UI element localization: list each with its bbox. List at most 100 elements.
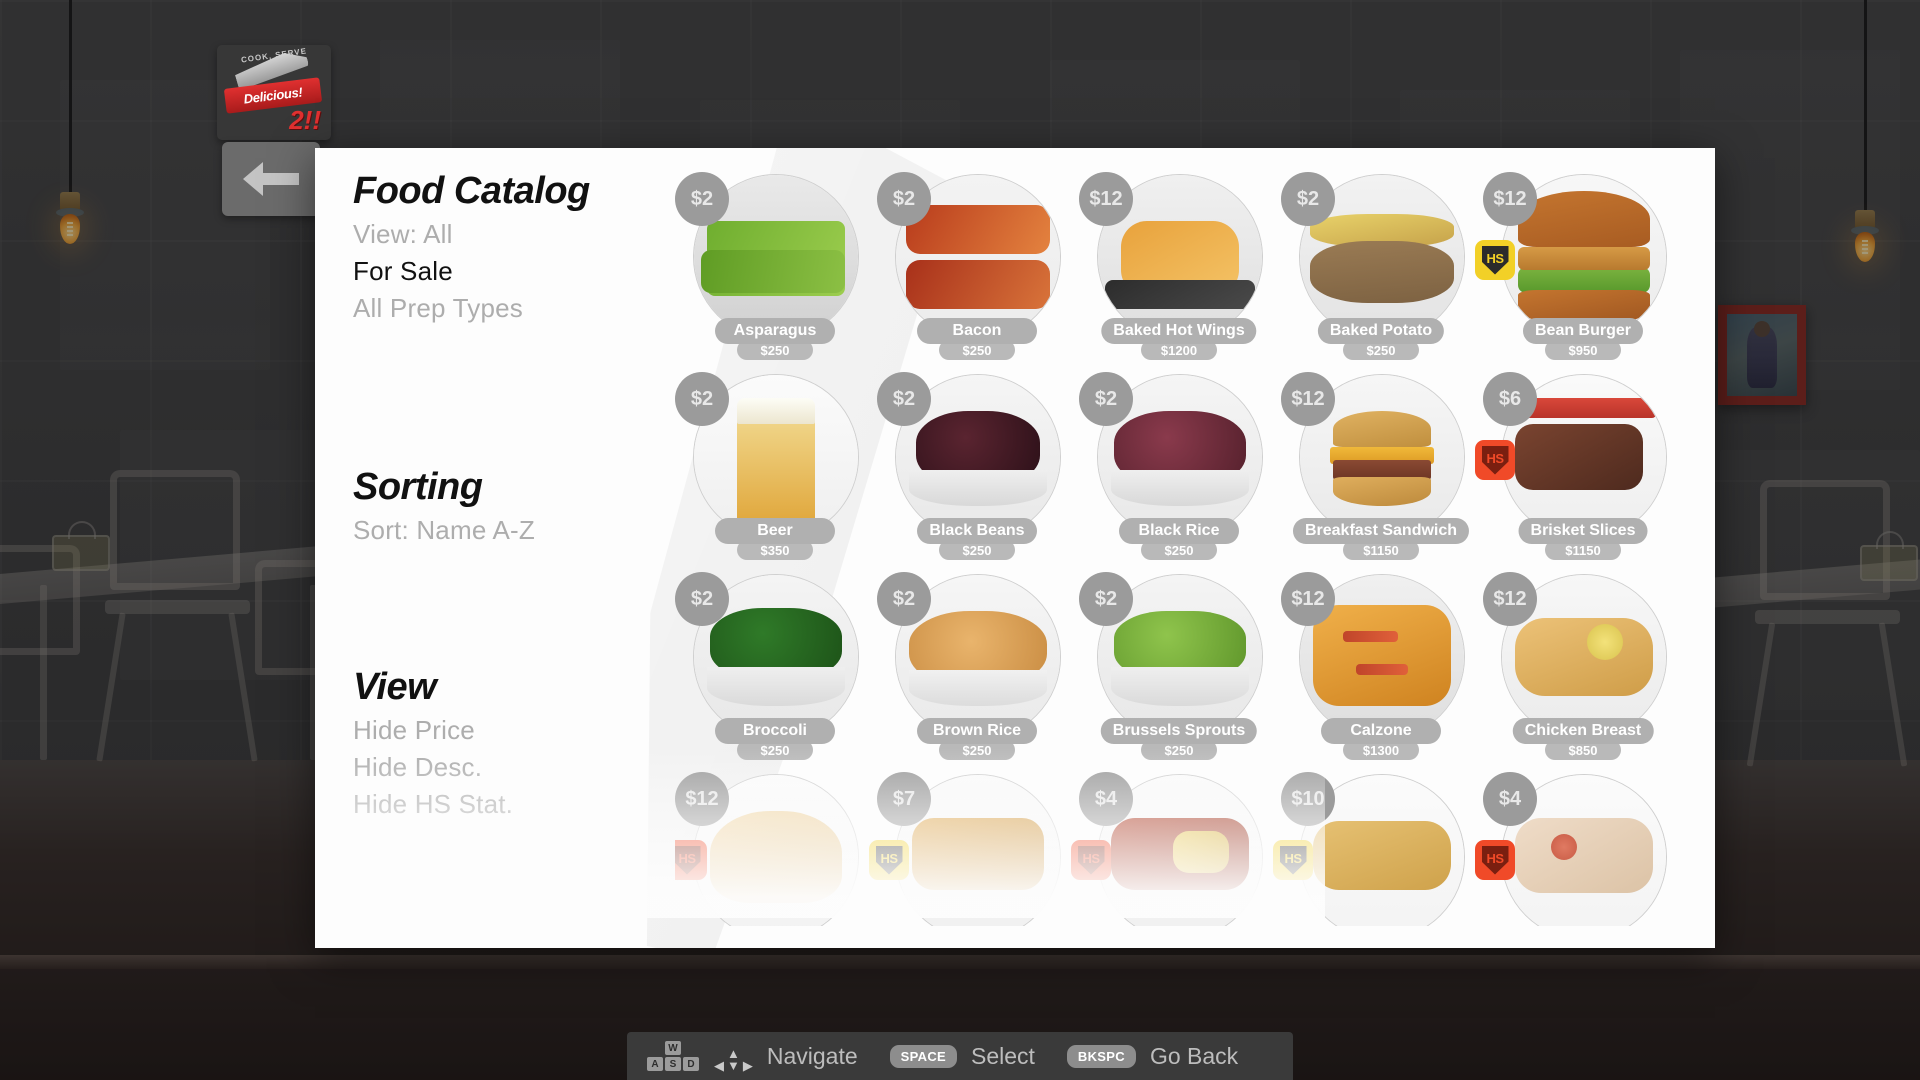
price-badge: $12	[1483, 172, 1537, 226]
view-section: View Hide Price Hide Desc. Hide HS Stat.	[353, 666, 513, 820]
food-detail	[1309, 240, 1455, 303]
food-name-label: Brussels Sprouts	[1100, 718, 1258, 744]
food-card[interactable]: $2 Broccoli $250	[675, 566, 875, 766]
food-name-label: Baked Hot Wings	[1101, 318, 1257, 344]
food-card[interactable]: $4 HS	[1071, 766, 1279, 926]
view-options: Hide Price Hide Desc. Hide HS Stat.	[353, 715, 513, 820]
food-detail	[909, 670, 1047, 707]
hs-status-badge: HS	[675, 840, 707, 880]
food-name-label: Brown Rice	[917, 718, 1037, 744]
view-option-0[interactable]: Hide Price	[353, 715, 513, 746]
filter-option-2[interactable]: All Prep Types	[353, 293, 653, 324]
food-card[interactable]: $12 Breakfast Sandwich $1150	[1281, 366, 1481, 566]
price-badge: $2	[675, 572, 729, 626]
food-detail	[1355, 663, 1409, 676]
food-detail	[1104, 279, 1256, 310]
food-detail	[736, 397, 816, 425]
food-detail	[1111, 470, 1249, 507]
food-name-label: Black Rice	[1119, 518, 1239, 544]
food-name-label: Bean Burger	[1522, 318, 1644, 344]
game-screen: COOK, SERVE Delicious! 2!! Food Catalog …	[0, 0, 1920, 1080]
food-card[interactable]: $2 Brussels Sprouts $250	[1079, 566, 1279, 766]
food-grid-row: $12 HS $7 HS $4 HS $10 HS $4 HS	[675, 766, 1685, 926]
sort-option-0[interactable]: Sort: Name A-Z	[353, 515, 535, 546]
space-key: SPACE	[889, 1044, 957, 1068]
arrow-down-icon: ▼	[727, 1058, 740, 1073]
backspace-key: BKSPC	[1066, 1044, 1136, 1068]
food-grid[interactable]: $2 Asparagus $250 $2 Bacon $250 $12 Baked Hot W…	[675, 166, 1685, 926]
food-detail	[710, 811, 842, 903]
hs-status-badge: HS	[1475, 840, 1515, 880]
arrow-left-icon	[243, 162, 299, 196]
price-badge: $12	[1281, 572, 1335, 626]
food-catalog-panel: Food Catalog View: All For Sale All Prep T…	[315, 148, 1715, 948]
key-a: A	[647, 1057, 663, 1071]
view-option-2[interactable]: Hide HS Stat.	[353, 789, 513, 820]
food-card[interactable]: $12 Calzone $1300	[1281, 566, 1481, 766]
food-detail	[1332, 476, 1432, 507]
food-name-label: Broccoli	[715, 718, 835, 744]
food-card[interactable]: $6 HS Brisket Slices $1150	[1475, 366, 1683, 566]
page-title: Food Catalog	[353, 170, 590, 212]
food-card[interactable]: $4 HS	[1475, 766, 1683, 926]
wasd-keys: W A S D	[647, 1041, 699, 1071]
food-name-label: Black Beans	[917, 518, 1037, 544]
food-name-label: Calzone	[1321, 718, 1441, 744]
food-detail	[1313, 820, 1451, 890]
food-detail	[1515, 617, 1653, 697]
food-detail	[1173, 830, 1230, 874]
logo-main-text: Delicious!	[242, 84, 304, 107]
food-detail	[1515, 817, 1653, 894]
food-name-label: Chicken Breast	[1512, 718, 1654, 744]
food-detail	[736, 417, 816, 526]
filter-option-0[interactable]: View: All	[353, 219, 653, 250]
price-badge: $2	[877, 372, 931, 426]
key-d: D	[683, 1057, 699, 1071]
food-detail	[1111, 666, 1249, 707]
key-s: S	[665, 1057, 681, 1071]
food-card[interactable]: $2 Black Rice $250	[1079, 366, 1279, 566]
food-detail	[1342, 630, 1399, 643]
price-badge: $10	[1281, 772, 1335, 826]
food-card[interactable]: $2 Beer $350	[675, 366, 875, 566]
back-button[interactable]	[222, 142, 320, 216]
price-badge: $12	[1281, 372, 1335, 426]
hs-status-badge: HS	[869, 840, 909, 880]
food-name-label: Bacon	[917, 318, 1037, 344]
hs-status-badge: HS	[1475, 240, 1515, 280]
food-detail	[707, 666, 845, 707]
food-card[interactable]: $2 Bacon $250	[877, 166, 1077, 366]
food-card[interactable]: $12 HS Bean Burger $950	[1475, 166, 1683, 366]
food-name-label: Beer	[715, 518, 835, 544]
price-badge: $12	[1483, 572, 1537, 626]
food-card[interactable]: $12 Baked Hot Wings $1200	[1079, 166, 1279, 366]
food-detail	[1518, 247, 1650, 271]
sorting-header: Sorting	[353, 466, 483, 508]
food-card[interactable]: $2 Baked Potato $250	[1281, 166, 1481, 366]
food-grid-row: $2 Broccoli $250 $2 Brown Rice $250 $2 Brussels…	[675, 566, 1685, 766]
select-label: Select	[970, 1042, 1035, 1069]
food-card[interactable]: $12 HS	[675, 766, 875, 926]
navigate-label: Navigate	[766, 1042, 858, 1069]
food-card[interactable]: $2 Asparagus $250	[675, 166, 875, 366]
view-option-1[interactable]: Hide Desc.	[353, 752, 513, 783]
price-badge: $12	[1079, 172, 1133, 226]
filter-options: View: All For Sale All Prep Types	[353, 219, 653, 324]
price-badge: $2	[877, 172, 931, 226]
filter-option-1[interactable]: For Sale	[353, 256, 653, 287]
sorting-options: Sort: Name A-Z	[353, 515, 535, 546]
food-card[interactable]: $2 Black Beans $250	[877, 366, 1077, 566]
food-detail	[1313, 604, 1451, 707]
food-card[interactable]: $2 Brown Rice $250	[877, 566, 1077, 766]
food-card[interactable]: $7 HS	[869, 766, 1077, 926]
food-card[interactable]: $12 Chicken Breast $850	[1483, 566, 1683, 766]
food-name-label: Breakfast Sandwich	[1292, 518, 1470, 544]
navigate-keys: W A S D ▲ ◀ ▼ ▶	[647, 1041, 753, 1073]
food-grid-row: $2 Beer $350 $2 Black Beans $250 $2 Black Rice $…	[675, 366, 1685, 566]
price-badge: $2	[877, 572, 931, 626]
catalog-sidebar: Food Catalog View: All For Sale All Prep T…	[353, 170, 653, 324]
price-badge: $2	[1079, 372, 1133, 426]
food-card[interactable]: $10 HS	[1273, 766, 1481, 926]
food-detail	[905, 260, 1051, 310]
price-badge: $4	[1079, 772, 1133, 826]
